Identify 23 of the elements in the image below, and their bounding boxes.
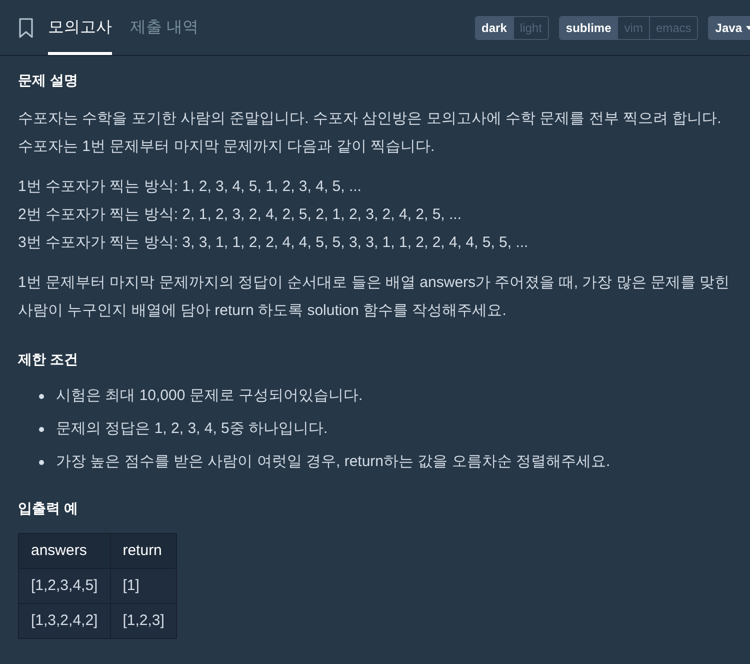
tab[interactable]: 제출 내역 [130,0,198,55]
paragraph: 수포자는 수학을 포기한 사람의 준말입니다. 수포자 삼인방은 모의고사에 수학 문제를 전부 찍으려 합니다. 수포자는 1번 문제부터 마지막 문제까지 다음과 같이 찍습니다. [18,109,722,157]
paragraph: 3번 수포자가 찍는 방식: 3, 3, 1, 1, 2, 2, 4, 4, 5, 5, 3, 3, 1, 1, 2, 2, 4, 4, 5, 5, ... [18,233,530,253]
table-cell: [1,3,2,4,2] [18,604,110,638]
bullet-icon [39,394,44,399]
toggle-option[interactable]: dark [476,16,513,38]
list-item: 가장 높은 점수를 받은 사람이 여럿일 경우, return하는 값을 오름차순 정렬해주세요. [56,453,610,470]
paragraph: 1번 문제부터 마지막 문제까지의 정답이 순서대로 들은 배열 answers가 주어졌을 때, 가장 많은 문제를 맞힌 사람이 누구인지 배열에 담아 return 하도록 solution 함수를 작성해주세요. [18,273,731,321]
bullet-icon [39,460,44,465]
bookmark-icon[interactable] [18,18,34,38]
bullet-icon [39,427,44,432]
toggle-option[interactable]: sublime [560,16,618,38]
paragraph: 1번 수포자가 찍는 방식: 1, 2, 3, 4, 5, 1, 2, 3, 4, 5, ... [18,177,362,197]
section-heading: 입출력 예 [18,499,79,518]
list-item: 시험은 최대 10,000 문제로 구성되어있습니다. [56,387,363,404]
tab[interactable]: 모의고사 [48,0,112,55]
paragraph: 2번 수포자가 찍는 방식: 2, 1, 2, 3, 2, 4, 2, 5, 2, 1, 2, 3, 2, 4, 2, 5, ... [18,205,463,225]
column-header: answers [18,534,110,568]
table-cell: [1,2,3] [110,604,177,638]
language-dropdown[interactable]: Java [708,16,750,40]
list-item: 문제의 정답은 1, 2, 3, 4, 5중 하나입니다. [56,420,328,437]
section-heading: 제한 조건 [18,350,79,369]
section-heading: 문제 설명 [18,71,79,90]
